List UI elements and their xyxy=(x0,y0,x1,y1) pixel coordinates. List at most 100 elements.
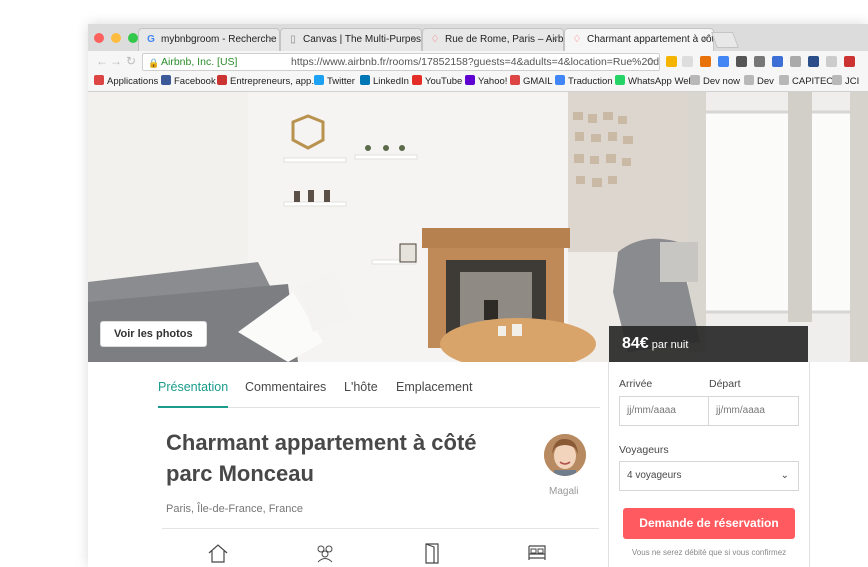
browser-tab-active[interactable]: ♢ Charmant appartement à côté × xyxy=(564,28,714,51)
bookmark-label: LinkedIn xyxy=(373,76,409,87)
bookmark-applications[interactable]: Applications xyxy=(94,73,158,90)
facebook-icon xyxy=(161,75,171,85)
tab-location[interactable]: Emplacement xyxy=(396,380,472,406)
bookmark-label: Yahoo! xyxy=(478,76,508,87)
bookmark-label: WhatsApp Web xyxy=(628,76,694,87)
youtube-icon xyxy=(412,75,422,85)
back-icon[interactable]: ← xyxy=(96,54,108,68)
tab-title: Charmant appartement à côté xyxy=(587,34,714,45)
bookmark-twitter[interactable]: Twitter xyxy=(314,73,355,90)
bookmark-favicon xyxy=(217,75,227,85)
section-divider xyxy=(162,528,599,529)
new-tab-button[interactable] xyxy=(711,32,739,48)
browser-tab-rue-de-rome[interactable]: ♢ Rue de Rome, Paris – Airbnb × xyxy=(422,28,564,51)
request-booking-button[interactable]: Demande de réservation xyxy=(623,508,795,539)
bookmark-folder-jci[interactable]: JCI xyxy=(832,73,859,90)
home-icon xyxy=(208,544,228,563)
bookmark-folder-dev-now[interactable]: Dev now xyxy=(690,73,740,90)
bookmark-facebook[interactable]: Facebook xyxy=(161,73,216,90)
bookmark-label: YouTube xyxy=(425,76,463,87)
zoom-window-button[interactable] xyxy=(128,33,138,43)
extension-icon[interactable] xyxy=(790,56,801,67)
bookmark-label: Twitter xyxy=(327,76,355,87)
forward-icon[interactable]: → xyxy=(110,54,122,68)
extension-icon[interactable] xyxy=(700,56,711,67)
guests-select[interactable]: 4 voyageurs ⌄ xyxy=(619,461,799,491)
guests-icon xyxy=(317,545,333,563)
bookmark-label: Dev now xyxy=(703,76,740,87)
listing-photo[interactable]: Voir les photos 84€ par nuit xyxy=(88,92,868,362)
bookmark-label: Traduction xyxy=(568,76,613,87)
folder-icon xyxy=(832,75,842,85)
close-tab-icon[interactable]: × xyxy=(702,29,708,51)
folder-icon xyxy=(744,75,754,85)
bed-icon xyxy=(528,545,546,560)
bookmark-traduction[interactable]: Traduction xyxy=(555,73,613,90)
tab-presentation[interactable]: Présentation xyxy=(158,380,229,408)
window-controls xyxy=(94,33,138,43)
bookmark-entrepreneurs[interactable]: Entrepreneurs, app... xyxy=(217,73,319,90)
listing-location[interactable]: Paris, Île-de-France, France xyxy=(166,503,303,515)
nightly-price: 84€ xyxy=(622,335,649,352)
bookmark-label: Entrepreneurs, app... xyxy=(230,76,320,87)
extension-icon[interactable] xyxy=(718,56,729,67)
reload-icon[interactable]: ↻ xyxy=(126,54,136,68)
tab-host[interactable]: L'hôte xyxy=(344,380,378,406)
close-window-button[interactable] xyxy=(94,33,104,43)
extension-icon[interactable] xyxy=(682,56,693,67)
extension-icon[interactable] xyxy=(844,56,855,67)
tab-comments[interactable]: Commentaires xyxy=(245,380,326,406)
arrival-label: Arrivée xyxy=(619,378,653,390)
tab-strip: G mybnbgroom - Recherche Goo × ▯ Canvas … xyxy=(88,24,868,51)
close-tab-icon[interactable]: × xyxy=(410,29,416,51)
folder-icon xyxy=(690,75,700,85)
extension-icon[interactable] xyxy=(826,56,837,67)
site-identity: Airbnb, Inc. [US] xyxy=(161,56,238,68)
lock-icon: 🔒 xyxy=(148,58,160,68)
apps-icon xyxy=(94,75,104,85)
browser-toolbar: ← → ↻ 🔒 Airbnb, Inc. [US] https://www.ai… xyxy=(88,51,868,73)
folder-icon xyxy=(779,75,789,85)
extension-icon[interactable] xyxy=(736,56,747,67)
view-photos-button[interactable]: Voir les photos xyxy=(100,321,207,347)
arrival-date-input[interactable]: jj/mm/aaaa xyxy=(619,396,709,426)
bookmark-label: Facebook xyxy=(174,76,216,87)
whatsapp-icon xyxy=(615,75,625,85)
close-tab-icon[interactable]: × xyxy=(268,29,274,51)
tab-title: Canvas | The Multi-Purpose H xyxy=(303,34,422,45)
extension-icon[interactable] xyxy=(772,56,783,67)
gmail-icon xyxy=(510,75,520,85)
charge-notice: Vous ne serez débité que si vous confirm… xyxy=(631,548,787,557)
chevron-down-icon: ⌄ xyxy=(780,470,789,481)
departure-date-input[interactable]: jj/mm/aaaa xyxy=(709,396,799,426)
browser-tab-canvas[interactable]: ▯ Canvas | The Multi-Purpose H × xyxy=(280,28,422,51)
departure-label: Départ xyxy=(709,378,741,390)
listing-section-nav: Présentation Commentaires L'hôte Emplace… xyxy=(158,380,600,408)
browser-tab-google[interactable]: G mybnbgroom - Recherche Goo × xyxy=(138,28,280,51)
bookmark-folder-dev[interactable]: Dev xyxy=(744,73,774,90)
host-avatar[interactable] xyxy=(544,434,586,476)
bookmark-youtube[interactable]: YouTube xyxy=(412,73,462,90)
door-icon xyxy=(425,543,439,564)
bookmark-yahoo[interactable]: Yahoo! xyxy=(465,73,507,90)
airbnb-icon: ♢ xyxy=(572,34,582,45)
extension-icon[interactable] xyxy=(808,56,819,67)
bookmark-linkedin[interactable]: LinkedIn xyxy=(360,73,409,90)
booking-panel: Arrivée Départ jj/mm/aaaa jj/mm/aaaa Voy… xyxy=(608,362,810,567)
bookmark-star-icon[interactable]: ☆ xyxy=(646,54,655,70)
bookmark-whatsapp[interactable]: WhatsApp Web xyxy=(615,73,694,90)
airbnb-icon: ♢ xyxy=(430,34,440,45)
bookmark-folder-capiteo[interactable]: CAPITEO xyxy=(779,73,834,90)
bookmark-label: JCI xyxy=(845,76,860,87)
bookmark-label: CAPITEO xyxy=(792,76,834,87)
host-name[interactable]: Magali xyxy=(549,486,578,497)
per-night-label: par nuit xyxy=(651,339,689,351)
minimize-window-button[interactable] xyxy=(111,33,121,43)
guests-label: Voyageurs xyxy=(619,444,669,456)
extension-icon[interactable] xyxy=(666,56,677,67)
close-tab-icon[interactable]: × xyxy=(552,29,558,51)
extension-icon[interactable] xyxy=(754,56,765,67)
bookmark-gmail[interactable]: GMAIL xyxy=(510,73,553,90)
address-bar[interactable]: 🔒 Airbnb, Inc. [US] https://www.airbnb.f… xyxy=(142,53,660,71)
bookmarks-bar: Applications Facebook Entrepreneurs, app… xyxy=(88,73,868,92)
